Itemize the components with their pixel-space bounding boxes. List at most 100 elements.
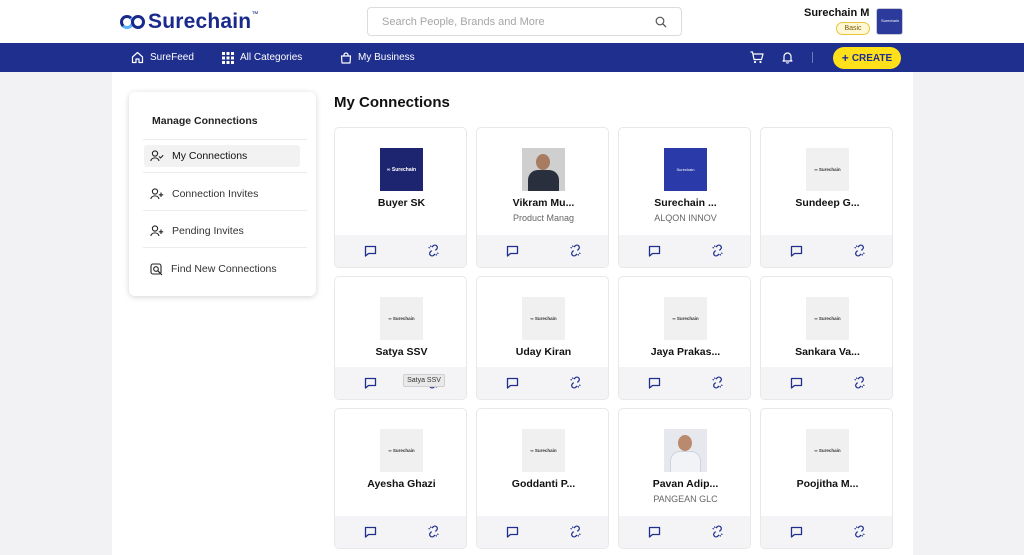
profile-thumbnail[interactable] — [664, 429, 707, 472]
card-actions — [477, 367, 608, 399]
sidebar-item-label: Find New Connections — [171, 263, 277, 275]
profile-thumbnail[interactable]: ∞ Surechain — [522, 297, 565, 340]
message-icon[interactable] — [506, 244, 519, 262]
sidebar-item-find-new-connections[interactable]: Find New Connections — [144, 258, 300, 280]
connection-card[interactable]: ∞ Surechain Sankara Va... — [760, 276, 893, 400]
search-input[interactable] — [368, 8, 638, 35]
connection-name[interactable]: Uday Kiran — [477, 346, 608, 358]
sidebar-item-pending-invites[interactable]: Pending Invites — [144, 220, 300, 242]
connection-name[interactable]: Sundeep G... — [761, 197, 892, 209]
bell-icon — [782, 52, 793, 64]
notifications-button[interactable] — [781, 43, 800, 72]
profile-thumbnail[interactable]: ∞ Surechain — [522, 429, 565, 472]
surechain-logo[interactable]: Surechain ™ — [120, 10, 258, 34]
message-icon[interactable] — [790, 376, 803, 394]
nav-divider — [812, 52, 813, 63]
shopping-bag-icon — [340, 51, 352, 64]
sidebar-title: Manage Connections — [152, 115, 258, 127]
message-icon[interactable] — [364, 525, 377, 543]
connection-subtitle: ALQON INNOV — [654, 213, 717, 223]
create-button[interactable]: + CREATE — [833, 47, 901, 69]
message-icon[interactable] — [648, 525, 661, 543]
connection-card[interactable]: ∞ Surechain Ayesha Ghazi — [334, 408, 467, 549]
logo-text: Surechain — [148, 10, 252, 33]
connection-name[interactable]: Pavan Adip... — [619, 478, 750, 490]
user-name[interactable]: Surechain M — [804, 7, 869, 19]
card-actions — [619, 367, 750, 399]
message-icon[interactable] — [364, 244, 377, 262]
search-icon[interactable] — [655, 16, 667, 28]
connection-name[interactable]: Poojitha M... — [761, 478, 892, 490]
sidebar-item-label: My Connections — [172, 150, 248, 162]
cart-button[interactable] — [750, 43, 770, 72]
logo-trademark: ™ — [251, 10, 259, 18]
sidebar-divider — [143, 247, 307, 248]
disconnect-icon[interactable] — [569, 244, 582, 262]
message-icon[interactable] — [790, 525, 803, 543]
disconnect-icon[interactable] — [853, 525, 866, 543]
connection-card[interactable]: ∞ Surechain Jaya Prakas... — [618, 276, 751, 400]
connection-name[interactable]: Ayesha Ghazi — [335, 478, 466, 490]
connection-card[interactable]: ∞ Surechain Uday Kiran — [476, 276, 609, 400]
disconnect-icon[interactable] — [711, 525, 724, 543]
message-icon[interactable] — [790, 244, 803, 262]
connection-card[interactable]: ∞ Surechain Satya SSV — [334, 276, 467, 400]
logo-mark-icon — [120, 12, 148, 32]
connection-card[interactable]: ∞ Surechain Goddanti P... — [476, 408, 609, 549]
user-add-icon — [150, 188, 164, 200]
nav-all-categories-label: All Categories — [240, 52, 303, 63]
connection-name[interactable]: Goddanti P... — [477, 478, 608, 490]
profile-thumbnail[interactable]: Surechain — [664, 148, 707, 191]
disconnect-icon[interactable] — [569, 525, 582, 543]
nav-my-business-label: My Business — [358, 52, 415, 63]
disconnect-icon[interactable] — [711, 244, 724, 262]
connection-name[interactable]: Buyer SK — [335, 197, 466, 209]
page-title: My Connections — [334, 94, 450, 111]
profile-thumbnail[interactable]: ∞ Surechain — [380, 148, 423, 191]
disconnect-icon[interactable] — [427, 525, 440, 543]
card-actions — [761, 367, 892, 399]
profile-thumbnail[interactable]: ∞ Surechain — [380, 429, 423, 472]
nav-all-categories[interactable]: All Categories — [222, 43, 302, 72]
connection-name[interactable]: Vikram Mu... — [477, 197, 608, 209]
message-icon[interactable] — [506, 525, 519, 543]
sidebar-item-connection-invites[interactable]: Connection Invites — [144, 183, 300, 205]
profile-thumbnail[interactable]: ∞ Surechain — [664, 297, 707, 340]
connection-card[interactable]: Vikram Mu... Product Manag — [476, 127, 609, 268]
disconnect-icon[interactable] — [569, 376, 582, 394]
message-icon[interactable] — [364, 376, 377, 394]
message-icon[interactable] — [506, 376, 519, 394]
connection-card[interactable]: ∞ Surechain Poojitha M... — [760, 408, 893, 549]
search-user-icon — [150, 262, 163, 275]
card-actions — [335, 235, 466, 267]
connection-subtitle: Product Manag — [512, 213, 575, 223]
message-icon[interactable] — [648, 376, 661, 394]
sidebar-divider — [143, 172, 307, 173]
user-add-icon — [150, 225, 164, 237]
profile-thumbnail[interactable] — [522, 148, 565, 191]
disconnect-icon[interactable] — [853, 244, 866, 262]
profile-thumbnail[interactable]: ∞ Surechain — [806, 148, 849, 191]
connection-name[interactable]: Sankara Va... — [761, 346, 892, 358]
connection-card[interactable]: Pavan Adip... PANGEAN GLC — [618, 408, 751, 549]
plan-badge: Basic — [836, 22, 870, 35]
disconnect-icon[interactable] — [711, 376, 724, 394]
profile-thumbnail[interactable]: ∞ Surechain — [806, 297, 849, 340]
search-box[interactable] — [367, 7, 682, 36]
sidebar-item-label: Connection Invites — [172, 188, 259, 200]
connection-card[interactable]: ∞ Surechain Buyer SK — [334, 127, 467, 268]
connection-name[interactable]: Satya SSV — [335, 346, 466, 358]
message-icon[interactable] — [648, 244, 661, 262]
connection-name[interactable]: Jaya Prakas... — [619, 346, 750, 358]
connection-card[interactable]: Surechain Surechain ... ALQON INNOV — [618, 127, 751, 268]
disconnect-icon[interactable] — [853, 376, 866, 394]
nav-my-business[interactable]: My Business — [340, 43, 415, 72]
avatar[interactable]: Surechain — [876, 8, 903, 35]
profile-thumbnail[interactable]: ∞ Surechain — [380, 297, 423, 340]
sidebar-item-my-connections[interactable]: My Connections — [144, 145, 300, 167]
connection-name[interactable]: Surechain ... — [619, 197, 750, 209]
connection-card[interactable]: ∞ Surechain Sundeep G... — [760, 127, 893, 268]
disconnect-icon[interactable] — [427, 244, 440, 262]
profile-thumbnail[interactable]: ∞ Surechain — [806, 429, 849, 472]
nav-surefeed[interactable]: SureFeed — [131, 43, 194, 72]
